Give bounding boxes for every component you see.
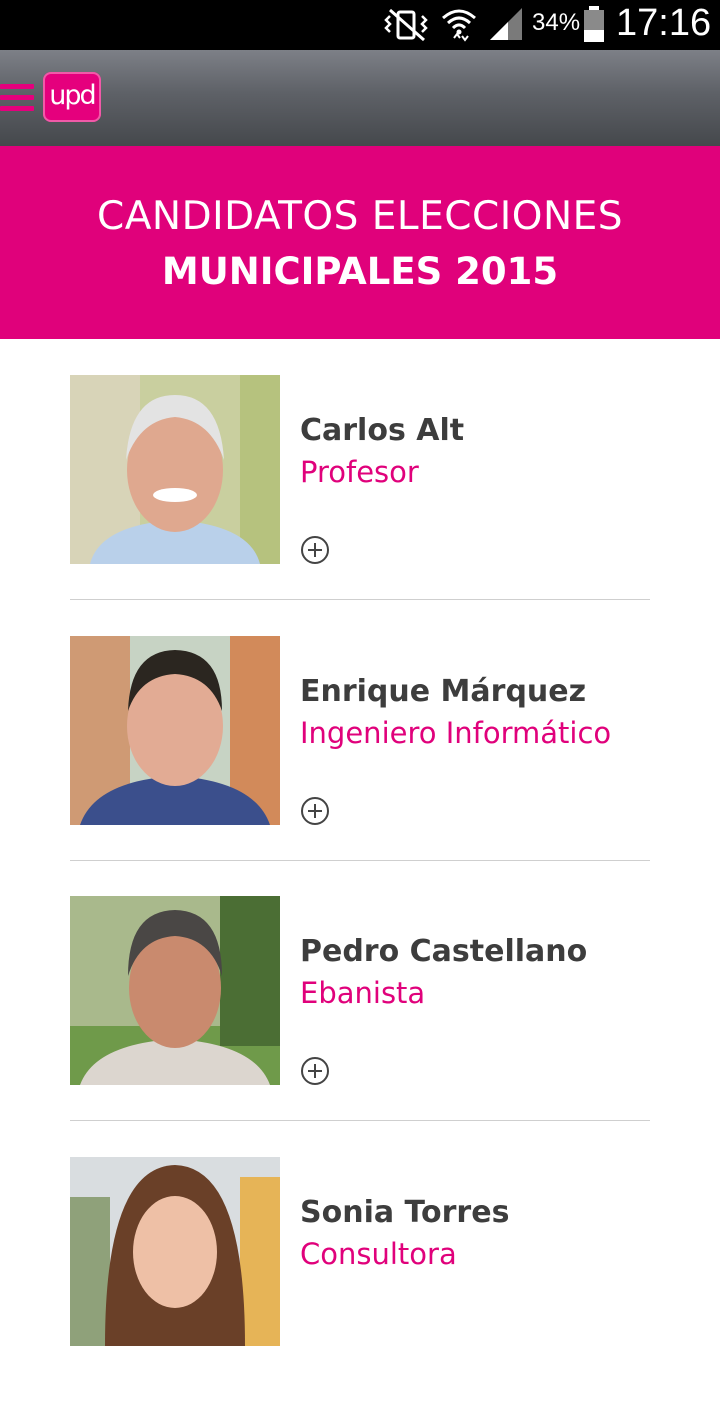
app-bar: upd xyxy=(0,50,720,146)
candidate-card[interactable]: Enrique Márquez Ingeniero Informático xyxy=(70,636,650,897)
hamburger-menu-icon[interactable] xyxy=(0,76,36,116)
candidate-photo xyxy=(70,375,280,564)
banner-title-line1: CANDIDATOS ELECCIONES xyxy=(96,194,624,239)
divider xyxy=(70,599,650,600)
expand-plus-icon[interactable] xyxy=(300,535,330,565)
candidate-profession: Ingeniero Informático xyxy=(300,716,612,750)
upd-logo[interactable]: upd xyxy=(43,72,101,122)
battery-icon xyxy=(584,6,604,42)
candidate-card[interactable]: Carlos Alt Profesor xyxy=(70,375,650,636)
clock: 17:16 xyxy=(616,2,712,44)
mute-vibrate-icon xyxy=(384,8,428,42)
candidate-card[interactable]: Sonia Torres Consultora xyxy=(70,1157,650,1418)
candidate-photo xyxy=(70,636,280,825)
battery-percent: 34% xyxy=(532,9,581,36)
candidate-name: Carlos Alt xyxy=(300,413,465,448)
candidate-name: Sonia Torres xyxy=(300,1195,510,1230)
candidate-photo xyxy=(70,1157,280,1346)
logo-text: upd xyxy=(49,80,96,111)
signal-icon xyxy=(490,8,522,40)
candidate-profession: Consultora xyxy=(300,1237,457,1271)
divider xyxy=(70,860,650,861)
status-bar: 34% 17:16 xyxy=(0,0,720,50)
candidate-photo xyxy=(70,896,280,1085)
candidate-profession: Profesor xyxy=(300,455,419,489)
expand-plus-icon[interactable] xyxy=(300,796,330,826)
wifi-icon xyxy=(442,9,476,42)
candidate-name: Pedro Castellano xyxy=(300,934,588,969)
expand-plus-icon[interactable] xyxy=(300,1056,330,1086)
candidate-name: Enrique Márquez xyxy=(300,674,587,709)
page-banner: CANDIDATOS ELECCIONES MUNICIPALES 2015 xyxy=(0,146,720,339)
divider xyxy=(70,1120,650,1121)
banner-title-line2: MUNICIPALES 2015 xyxy=(161,250,559,293)
candidate-card[interactable]: Pedro Castellano Ebanista xyxy=(70,896,650,1157)
candidate-profession: Ebanista xyxy=(300,976,426,1010)
